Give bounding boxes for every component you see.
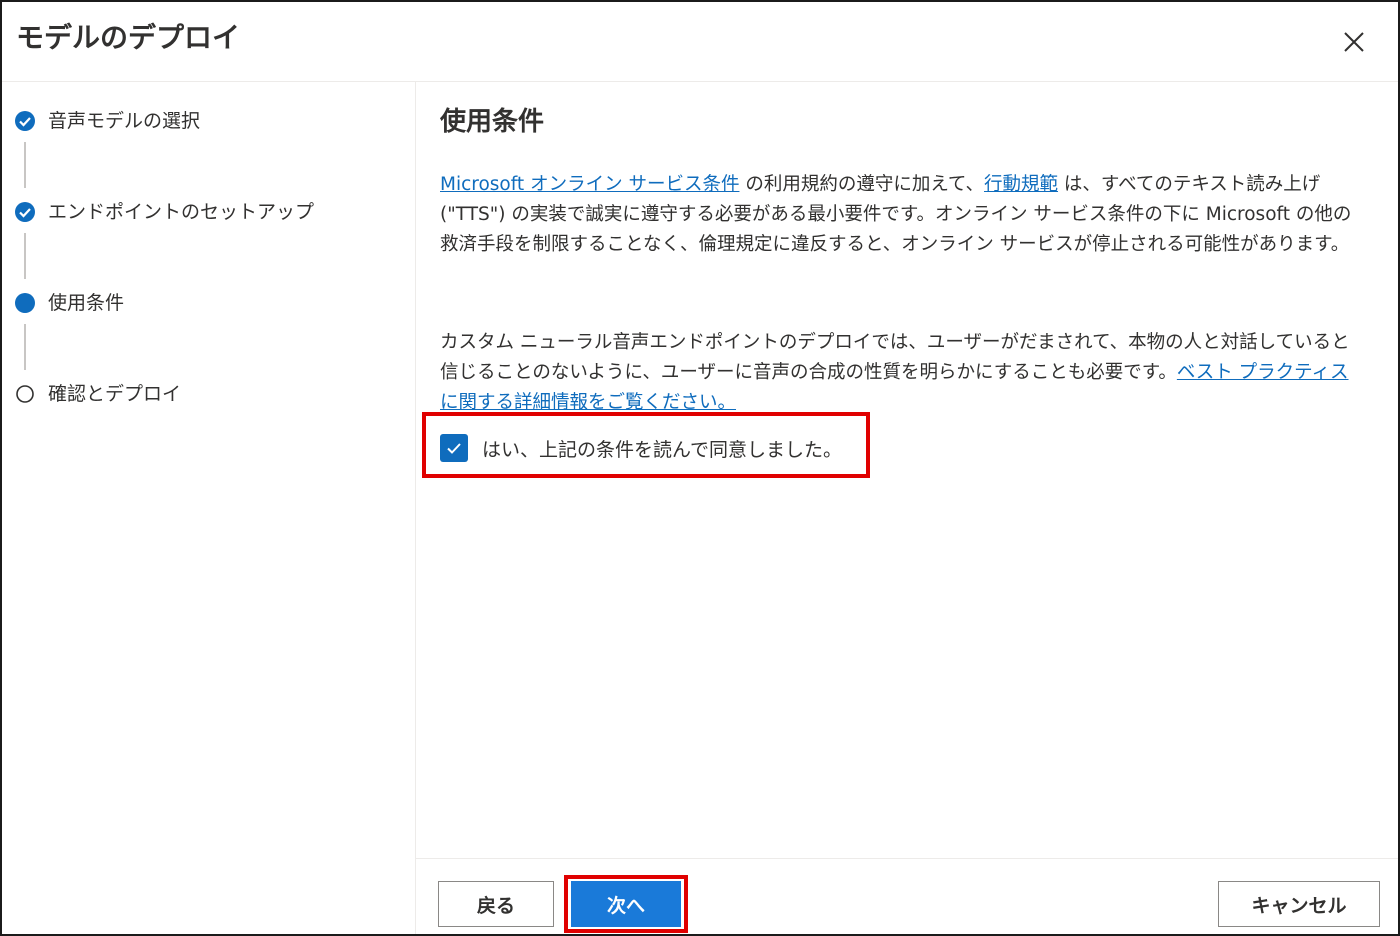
terms-content: 使用条件 Microsoft オンライン サービス条件 の利用規約の遵守に加えて… xyxy=(416,82,1398,858)
step-terms-of-use: 使用条件 xyxy=(14,288,124,318)
step-label: 音声モデルの選択 xyxy=(48,110,201,132)
dialog-footer: 戻る 次へ キャンセル xyxy=(416,858,1398,934)
wizard-steps: 音声モデルの選択 エンドポイントのセットアップ 使用条件 確認とデプロイ xyxy=(2,82,416,934)
step-endpoint-setup: エンドポイントのセットアップ xyxy=(14,197,314,227)
step-connector xyxy=(24,324,26,370)
step-label: 確認とデプロイ xyxy=(48,383,182,405)
back-button[interactable]: 戻る xyxy=(438,881,554,927)
next-button[interactable]: 次へ xyxy=(571,881,681,927)
step-label: エンドポイントのセットアップ xyxy=(48,201,315,223)
checkmark-icon xyxy=(447,443,461,454)
empty-circle-icon xyxy=(14,383,36,405)
terms-paragraph: Microsoft オンライン サービス条件 の利用規約の遵守に加えて、行動規範… xyxy=(440,170,1360,260)
close-icon xyxy=(1344,32,1364,52)
deploy-model-dialog: モデルのデプロイ 音声モデルの選択 エンドポイントのセットアップ 使用条件 確認… xyxy=(0,0,1400,936)
step-review-deploy: 確認とデプロイ xyxy=(14,379,181,409)
check-circle-icon xyxy=(14,201,36,223)
step-connector xyxy=(24,233,26,279)
agree-checkbox[interactable] xyxy=(440,434,468,462)
dialog-title: モデルのデプロイ xyxy=(16,21,241,54)
agree-label: はい、上記の条件を読んで同意しました。 xyxy=(482,438,843,461)
terms-text: の利用規約の遵守に加えて、 xyxy=(739,174,984,195)
disclosure-paragraph: カスタム ニューラル音声エンドポイントのデプロイでは、ユーザーがだまされて、本物… xyxy=(440,328,1360,418)
step-label: 使用条件 xyxy=(48,292,125,314)
online-services-terms-link[interactable]: Microsoft オンライン サービス条件 xyxy=(440,174,739,195)
close-button[interactable] xyxy=(1334,22,1374,62)
dialog-header: モデルのデプロイ xyxy=(2,2,1398,82)
step-connector xyxy=(24,142,26,188)
step-select-voice-model: 音声モデルの選択 xyxy=(14,106,200,136)
code-of-conduct-link[interactable]: 行動規範 xyxy=(984,174,1058,195)
filled-circle-icon xyxy=(14,292,36,314)
check-circle-icon xyxy=(14,110,36,132)
cancel-button[interactable]: キャンセル xyxy=(1218,881,1380,927)
section-title: 使用条件 xyxy=(440,107,545,137)
agree-checkbox-row[interactable]: はい、上記の条件を読んで同意しました。 xyxy=(440,433,842,463)
